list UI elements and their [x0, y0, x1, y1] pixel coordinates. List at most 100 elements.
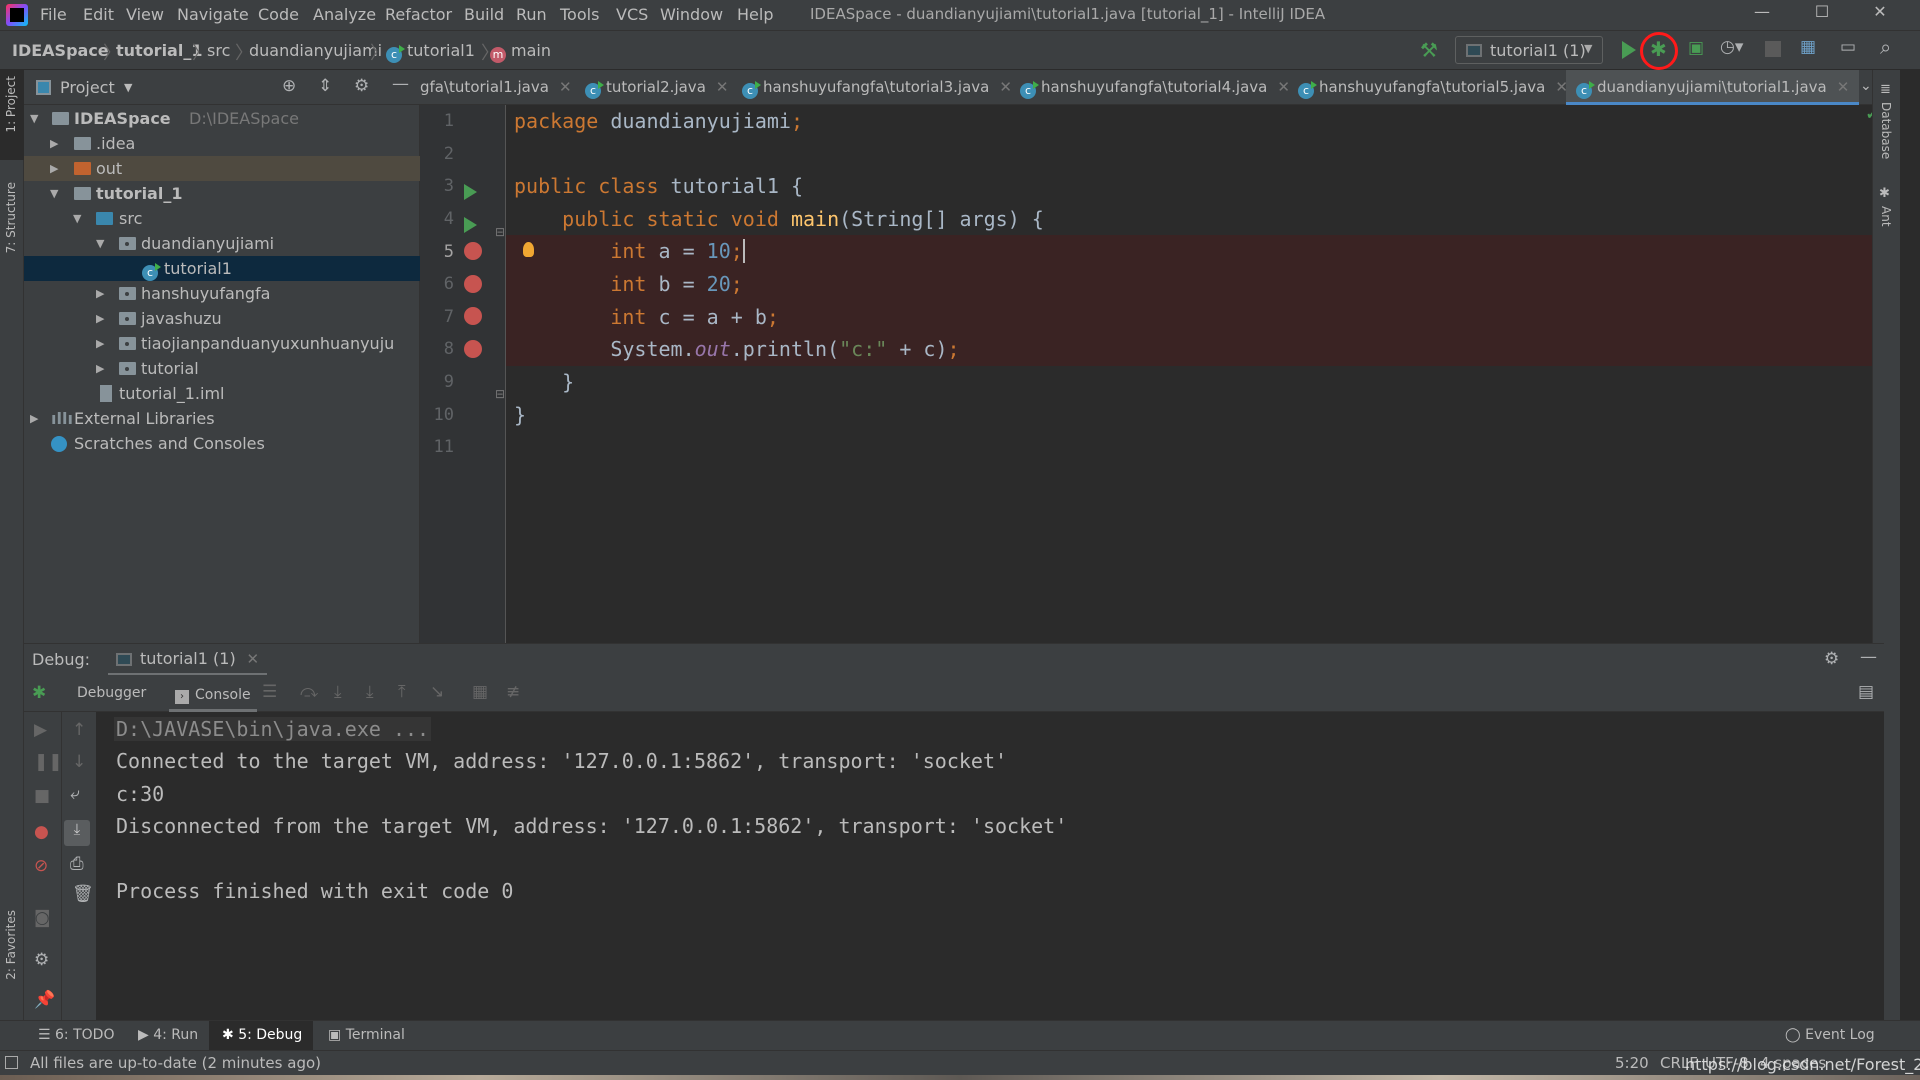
project-view-selector[interactable]: Project	[60, 78, 115, 97]
close-window-button[interactable]: ✕	[1860, 2, 1900, 28]
fold-icon[interactable]: ⊟	[495, 387, 505, 401]
expand-arrow-icon[interactable]: ▶	[96, 306, 104, 331]
breadcrumb-class[interactable]: c tutorial1	[386, 41, 475, 63]
tree-item[interactable]: ▶ out	[24, 156, 420, 181]
breakpoint-icon[interactable]	[464, 275, 482, 293]
breadcrumb-src[interactable]: src	[207, 41, 230, 60]
tab-tutorial5[interactable]: c hanshuyufangfa\tutorial5.java ✕	[1298, 70, 1568, 105]
breadcrumb-method[interactable]: m main	[490, 41, 551, 63]
tree-item[interactable]: ▶ .idea	[24, 131, 420, 156]
tab-tutorial1-gfa[interactable]: gfa\tutorial1.java ✕	[420, 70, 572, 105]
tab-console[interactable]: › Console	[169, 675, 257, 712]
expand-arrow-icon[interactable]: ▶	[96, 331, 104, 356]
editor-gutter[interactable]: 1 2 3 4 5 6 7 8 9 10 11	[420, 105, 506, 643]
camera-icon[interactable]: ◙	[34, 908, 51, 928]
step-into-icon[interactable]: ⤓	[334, 682, 342, 702]
breakpoint-icon[interactable]	[464, 307, 482, 325]
hide-icon[interactable]: —	[392, 74, 409, 94]
menu-run[interactable]: Run	[516, 5, 547, 24]
stop-button[interactable]	[1765, 41, 1781, 57]
fold-icon[interactable]: ⊟	[495, 225, 505, 239]
close-tab-icon[interactable]: ✕	[1277, 78, 1290, 96]
menu-navigate[interactable]: Navigate	[177, 5, 249, 24]
tree-item[interactable]: ▶ ıllı External Libraries	[24, 406, 420, 431]
menu-analyze[interactable]: Analyze	[313, 5, 376, 24]
presentation-icon[interactable]: ▭	[1840, 37, 1856, 57]
evaluate-expression-icon[interactable]: ▦	[472, 682, 488, 702]
menu-refactor[interactable]: Refactor	[385, 5, 452, 24]
expand-arrow-icon[interactable]: ▶	[50, 131, 58, 156]
soft-wrap-icon[interactable]: ⤶	[70, 784, 80, 804]
debug-bug-button[interactable]: ✱	[1650, 37, 1667, 61]
close-tab-icon[interactable]: ✕	[999, 78, 1012, 96]
menu-edit[interactable]: Edit	[83, 5, 114, 24]
minimize-button[interactable]: —	[1742, 2, 1782, 28]
print-icon[interactable]: ⎙	[70, 854, 84, 874]
expand-arrow-icon[interactable]: ▶	[96, 356, 104, 381]
debug-session-tab[interactable]: tutorial1 (1) ✕	[108, 644, 268, 676]
event-log-tab[interactable]: ◯ Event Log	[1785, 1027, 1875, 1043]
show-execution-point-icon[interactable]: ☰	[262, 682, 277, 702]
scroll-to-end-icon[interactable]: ⤓	[64, 820, 90, 846]
run-gutter-icon[interactable]	[464, 217, 477, 233]
tab-tutorial2[interactable]: c tutorial2.java ✕	[585, 70, 728, 105]
locate-icon[interactable]: ⊕	[282, 76, 296, 96]
step-out-icon[interactable]: ⤒	[398, 682, 406, 702]
view-breakpoints-icon[interactable]: ●	[34, 822, 49, 842]
menu-code[interactable]: Code	[258, 5, 299, 24]
tree-item[interactable]: tutorial_1.iml	[24, 381, 420, 406]
run-to-cursor-icon[interactable]: ↘	[430, 682, 444, 702]
favorites-side-tab[interactable]: 2: Favorites	[4, 910, 18, 980]
close-tab-icon[interactable]: ✕	[246, 650, 259, 668]
close-tab-icon[interactable]: ✕	[1837, 78, 1850, 96]
profile-button[interactable]: ◷▾	[1720, 37, 1743, 57]
tree-item[interactable]: ▼ IDEASpace D:\IDEASpace	[24, 106, 420, 131]
tab-debugger[interactable]: Debugger	[77, 685, 146, 701]
gear-icon[interactable]: ⚙	[354, 76, 369, 96]
database-side-tab[interactable]: Database	[1879, 102, 1893, 159]
menu-tools[interactable]: Tools	[560, 5, 599, 24]
gear-icon[interactable]: ⚙	[1824, 649, 1839, 669]
debug-tool-tab[interactable]: ✱ 5: Debug	[222, 1027, 302, 1043]
terminal-tool-tab[interactable]: ▣ Terminal	[328, 1027, 405, 1043]
breadcrumb-module[interactable]: tutorial_1	[116, 41, 202, 60]
close-tab-icon[interactable]: ✕	[559, 78, 572, 96]
menu-window[interactable]: Window	[660, 5, 723, 24]
collapse-all-icon[interactable]: ⇕	[318, 76, 332, 96]
tab-tutorial3[interactable]: c hanshuyufangfa\tutorial3.java ✕	[742, 70, 1012, 105]
mute-breakpoints-icon[interactable]: ⊘	[34, 856, 48, 876]
tree-item[interactable]: ▶ javashuzu	[24, 306, 420, 331]
close-tab-icon[interactable]: ✕	[716, 78, 729, 96]
tree-item[interactable]: ▼ duandianyujiami	[24, 231, 420, 256]
hide-icon[interactable]: —	[1860, 647, 1877, 667]
pin-icon[interactable]: 📌	[34, 990, 55, 1010]
stop-icon[interactable]: ■	[34, 786, 50, 806]
resume-icon[interactable]: ▶	[34, 720, 47, 740]
expand-arrow-icon[interactable]: ▶	[96, 281, 104, 306]
console-output[interactable]: D:\JAVASE\bin\java.exe ... Connected to …	[96, 712, 1884, 1020]
project-side-tab[interactable]: 1: Project	[0, 70, 24, 160]
force-step-into-icon[interactable]: ⤓	[366, 682, 374, 702]
menu-view[interactable]: View	[126, 5, 164, 24]
up-arrow-icon[interactable]: ↑	[72, 720, 86, 740]
expand-arrow-icon[interactable]: ▼	[96, 231, 104, 256]
code-editor[interactable]: 1 2 3 4 5 6 7 8 9 10 11 ⊟ ⊟ package duan…	[420, 105, 1878, 643]
tree-item[interactable]: ▼ tutorial_1	[24, 181, 420, 206]
tree-item[interactable]: ▶ hanshuyufangfa	[24, 281, 420, 306]
run-config-dropdown[interactable]: tutorial1 (1) ▼	[1455, 36, 1603, 64]
run-button[interactable]	[1622, 41, 1636, 59]
tree-item[interactable]: ▼ src	[24, 206, 420, 231]
build-hammer-icon[interactable]: ⚒	[1420, 38, 1438, 62]
expand-arrow-icon[interactable]: ▼	[30, 106, 38, 131]
gear-icon[interactable]: ⚙	[34, 950, 49, 970]
run-with-coverage-button[interactable]: ▣	[1688, 38, 1704, 58]
trash-icon[interactable]: 🗑	[72, 884, 94, 904]
tree-item[interactable]: Scratches and Consoles	[24, 431, 420, 456]
ant-side-tab[interactable]: Ant	[1879, 206, 1893, 227]
tree-item[interactable]: ▶ tutorial	[24, 356, 420, 381]
tab-list-chevron-icon[interactable]: ⌄	[1860, 78, 1872, 94]
menu-build[interactable]: Build	[464, 5, 504, 24]
breadcrumb-package[interactable]: duandianyujiami	[249, 41, 382, 60]
expand-arrow-icon[interactable]: ▼	[50, 181, 58, 206]
breakpoint-icon[interactable]	[464, 340, 482, 358]
